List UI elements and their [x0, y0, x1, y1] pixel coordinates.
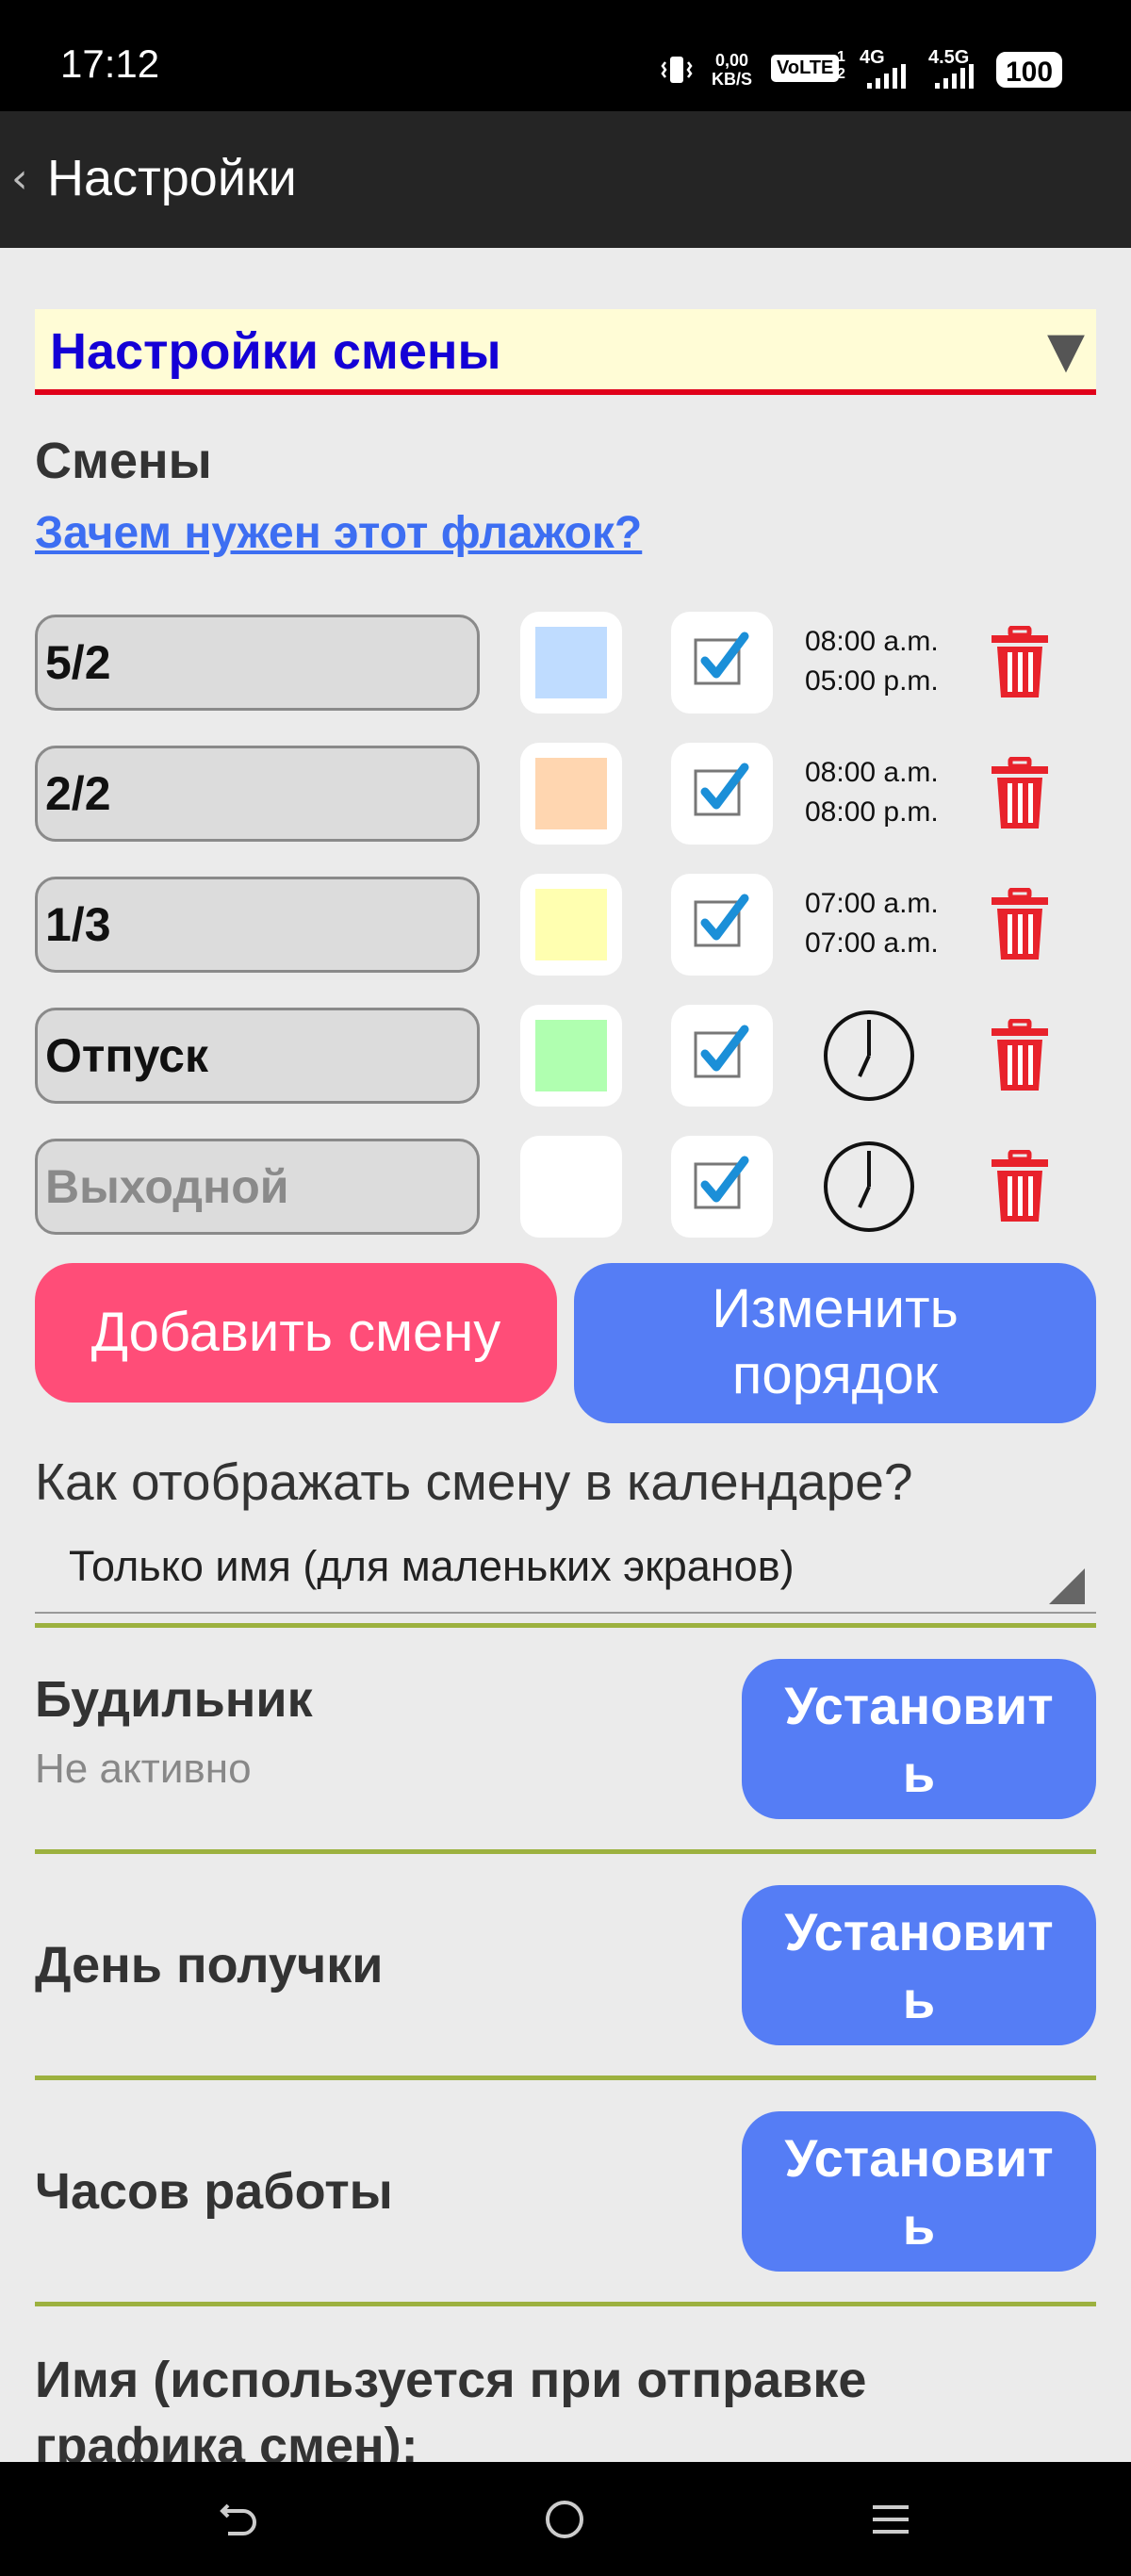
- trash-icon[interactable]: [990, 625, 1050, 703]
- shifts-heading: Смены: [35, 433, 212, 489]
- shift-times[interactable]: 08:00 a.m. 08:00 p.m.: [805, 753, 939, 832]
- checkmark-icon: [692, 1155, 750, 1217]
- shift-checkbox[interactable]: [671, 612, 773, 714]
- clock-icon[interactable]: [822, 1009, 916, 1107]
- menu-nav-icon[interactable]: [869, 2498, 912, 2545]
- alarm-status: Не активно: [35, 1746, 252, 1792]
- clock-icon[interactable]: [822, 1140, 916, 1238]
- signal-icon-1: [865, 64, 909, 92]
- shift-start-time: 08:00 a.m.: [805, 626, 939, 657]
- alarm-set-button[interactable]: Установит ь: [742, 1659, 1096, 1819]
- shift-name-input[interactable]: Выходной: [35, 1139, 480, 1235]
- reorder-button[interactable]: Изменить порядок: [574, 1263, 1096, 1423]
- trash-icon[interactable]: [990, 1018, 1050, 1096]
- shift-end-time: 08:00 p.m.: [805, 796, 939, 828]
- display-mode-value: Только имя (для маленьких экранов): [69, 1542, 795, 1590]
- help-link[interactable]: Зачем нужен этот флажок?: [35, 507, 642, 559]
- trash-icon[interactable]: [990, 887, 1050, 965]
- shift-color-button[interactable]: [520, 1136, 622, 1238]
- checkmark-icon: [692, 893, 750, 955]
- shift-times[interactable]: 08:00 a.m. 05:00 p.m.: [805, 622, 939, 701]
- reorder-button-line2: порядок: [731, 1344, 939, 1405]
- back-nav-icon[interactable]: [215, 2498, 262, 2545]
- status-time: 17:12: [60, 41, 160, 86]
- shift-end-time: 05:00 p.m.: [805, 665, 939, 697]
- shift-checkbox[interactable]: [671, 1136, 773, 1238]
- checkmark-icon: [692, 631, 750, 693]
- color-swatch: [535, 1020, 607, 1091]
- divider: [35, 1849, 1096, 1854]
- work-hours-set-button[interactable]: Установит ь: [742, 2111, 1096, 2272]
- shift-color-button[interactable]: [520, 612, 622, 714]
- section-select-value: Настройки смены: [50, 323, 501, 380]
- section-select[interactable]: Настройки смены ▼: [35, 309, 1096, 395]
- dropdown-arrow-icon: ▼: [1047, 322, 1085, 379]
- reorder-button-line1: Изменить: [712, 1278, 959, 1339]
- app-bar: ‹ Настройки: [0, 111, 1131, 248]
- trash-icon[interactable]: [990, 1149, 1050, 1227]
- shift-checkbox[interactable]: [671, 1005, 773, 1107]
- payday-set-button[interactable]: Установит ь: [742, 1885, 1096, 2045]
- shift-times[interactable]: 07:00 a.m. 07:00 a.m.: [805, 884, 939, 963]
- shift-start-time: 08:00 a.m.: [805, 757, 939, 788]
- status-bar: 17:12 0,00 KB/S VoLTE 12 4G 4.5G 100: [0, 0, 1131, 111]
- volte-badge: VoLTE: [771, 55, 840, 82]
- shift-name-input[interactable]: 5/2: [35, 615, 480, 711]
- add-shift-button[interactable]: Добавить смену: [35, 1263, 557, 1403]
- shift-checkbox[interactable]: [671, 743, 773, 845]
- trash-icon[interactable]: [990, 756, 1050, 834]
- divider: [35, 2076, 1096, 2080]
- payday-title: День получки: [35, 1937, 384, 1994]
- shift-color-button[interactable]: [520, 743, 622, 845]
- name-section-title: Имя (используется при отправке графика с…: [35, 2352, 867, 2474]
- nav-bar: [0, 2462, 1131, 2576]
- shift-name-input[interactable]: 2/2: [35, 746, 480, 842]
- shift-checkbox[interactable]: [671, 874, 773, 976]
- color-swatch: [535, 1151, 607, 1222]
- vibrate-icon: [660, 53, 694, 90]
- color-swatch: [535, 758, 607, 829]
- shift-color-button[interactable]: [520, 874, 622, 976]
- page-title[interactable]: Настройки: [47, 149, 297, 207]
- sim-indicator: 12: [837, 49, 845, 82]
- divider: [35, 1623, 1096, 1628]
- color-swatch: [535, 627, 607, 698]
- net-speed: 0,00 KB/S: [712, 51, 753, 89]
- shift-end-time: 07:00 a.m.: [805, 927, 939, 959]
- shift-name-input[interactable]: Отпуск: [35, 1008, 480, 1104]
- signal-icon-2: [933, 64, 982, 92]
- work-hours-title: Часов работы: [35, 2163, 393, 2220]
- display-mode-question: Как отображать смену в календаре?: [35, 1452, 913, 1511]
- alarm-title: Будильник: [35, 1671, 313, 1728]
- divider: [35, 2302, 1096, 2306]
- home-nav-icon[interactable]: [541, 2498, 588, 2545]
- checkmark-icon: [692, 762, 750, 824]
- back-chevron-icon[interactable]: ‹: [11, 155, 28, 203]
- battery-icon: 100: [996, 52, 1062, 88]
- dropdown-corner-icon: [1049, 1568, 1085, 1608]
- color-swatch: [535, 889, 607, 960]
- shift-color-button[interactable]: [520, 1005, 622, 1107]
- checkmark-icon: [692, 1024, 750, 1086]
- shift-start-time: 07:00 a.m.: [805, 888, 939, 919]
- shift-name-input[interactable]: 1/3: [35, 877, 480, 973]
- display-mode-select[interactable]: Только имя (для маленьких экранов): [35, 1536, 1096, 1614]
